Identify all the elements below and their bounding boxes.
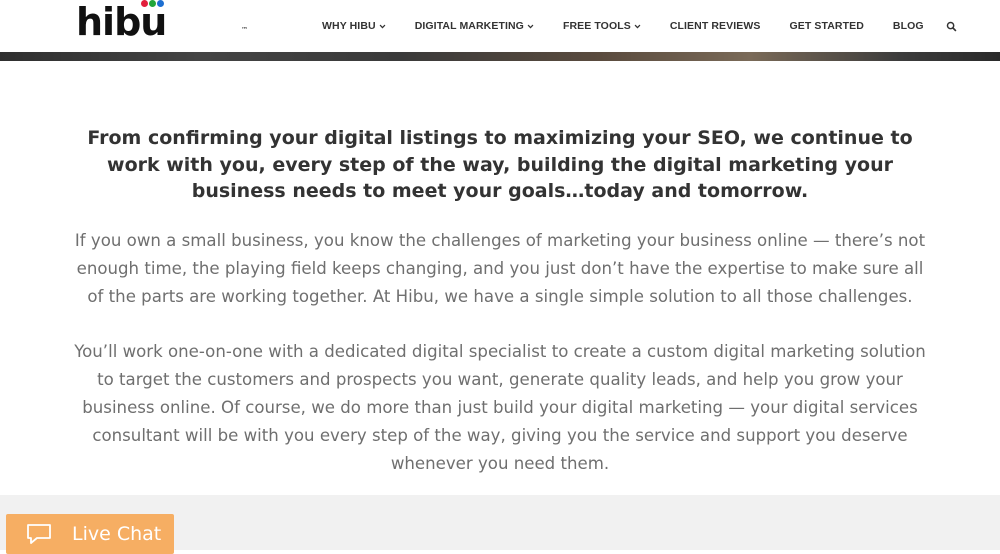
intro-paragraph: If you own a small business, you know th…	[74, 231, 926, 306]
hero-image-strip	[0, 52, 1000, 61]
nav-label: GET STARTED	[789, 20, 864, 32]
main-nav: WHY HIBU DIGITAL MARKETING FREE TOOLS CL…	[322, 0, 957, 52]
search-icon[interactable]	[946, 21, 957, 32]
live-chat-button[interactable]: Live Chat	[6, 514, 174, 554]
chevron-down-icon	[527, 24, 534, 28]
chevron-down-icon	[634, 24, 641, 28]
nav-client-reviews[interactable]: CLIENT REVIEWS	[670, 20, 761, 32]
main-content: From confirming your digital listings to…	[0, 61, 1000, 495]
chat-bubble-icon	[27, 524, 51, 544]
logo-dot-blue	[157, 0, 165, 7]
nav-why-hibu[interactable]: WHY HIBU	[322, 20, 386, 32]
trademark-symbol: ™	[241, 26, 248, 34]
nav-free-tools[interactable]: FREE TOOLS	[563, 20, 641, 32]
nav-label: BLOG	[892, 20, 924, 32]
nav-label: DIGITAL MARKETING	[414, 20, 524, 32]
logo-dot-red	[141, 0, 149, 7]
chevron-down-icon	[379, 24, 386, 28]
logo-dot-green	[149, 0, 157, 7]
nav-get-started[interactable]: GET STARTED	[790, 20, 864, 32]
nav-digital-marketing[interactable]: DIGITAL MARKETING	[415, 20, 534, 32]
nav-label: CLIENT REVIEWS	[669, 20, 761, 32]
live-chat-label: Live Chat	[72, 523, 162, 545]
details-paragraph: You’ll work one-on-one with a dedicated …	[74, 342, 926, 473]
hibu-logo[interactable]: hibu ™	[76, 0, 248, 42]
page-headline: From confirming your digital listings to…	[87, 127, 913, 202]
nav-label: FREE TOOLS	[562, 20, 631, 32]
nav-label: WHY HIBU	[322, 20, 376, 32]
site-header: hibu ™ WHY HIBU DIGITAL MARKETING FREE T…	[0, 0, 1000, 52]
logo-dots	[140, 0, 166, 8]
nav-blog[interactable]: BLOG	[893, 20, 924, 32]
